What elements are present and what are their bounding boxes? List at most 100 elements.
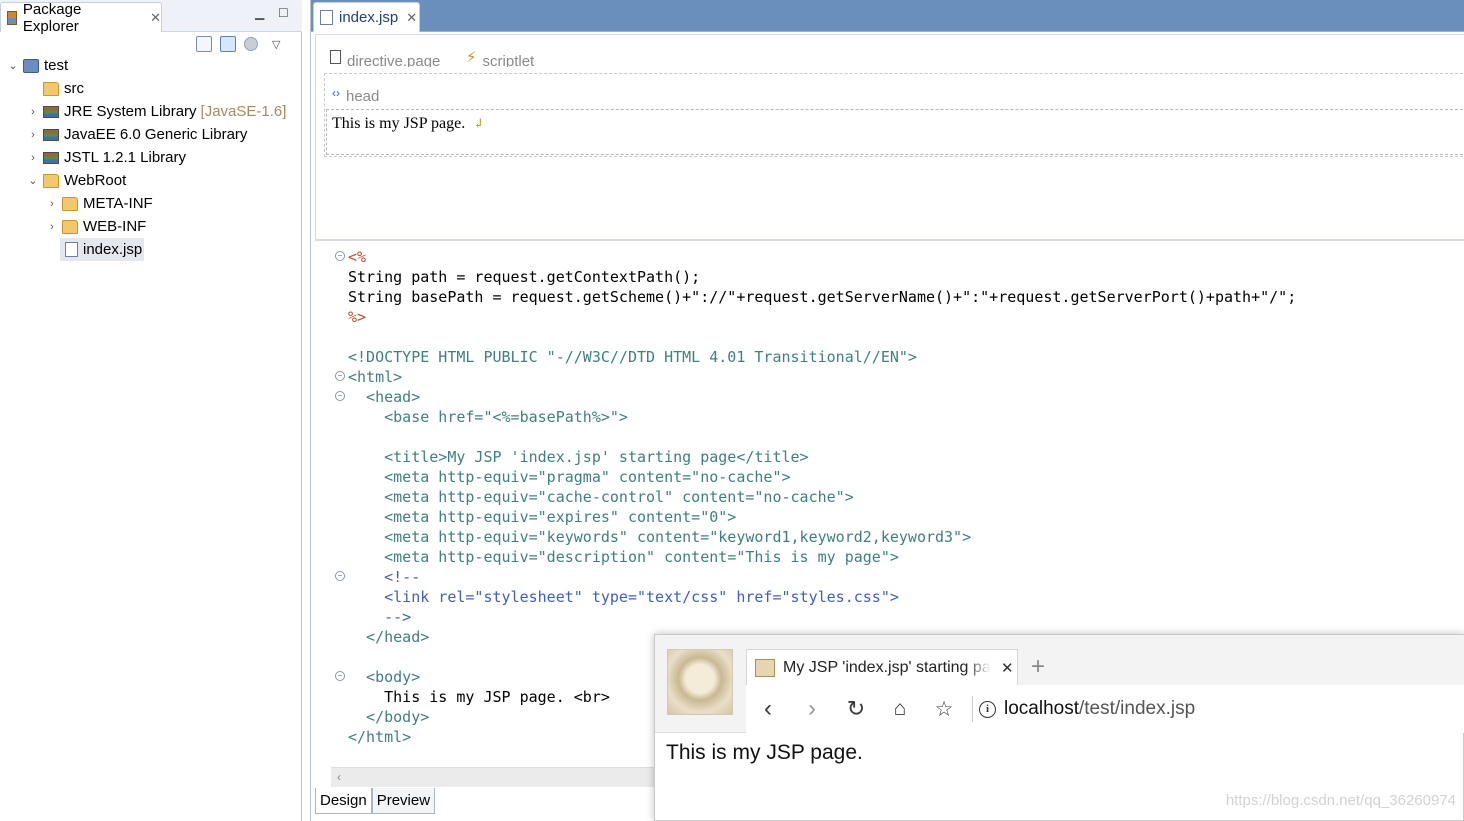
chevron-down-icon[interactable]: ⌄ — [26, 174, 40, 187]
tree-item-webroot[interactable]: ⌄ WebRoot — [26, 169, 126, 192]
project-icon — [23, 58, 39, 73]
page-content-text: This is my JSP page. — [666, 741, 863, 764]
tree-item-label: index.jsp — [83, 241, 143, 258]
scroll-left-icon[interactable]: ‹ — [337, 770, 341, 784]
scriptlet-tag-label: scriptlet — [482, 52, 535, 68]
browser-tab[interactable]: My JSP 'index.jsp' starting page ✕ — [746, 649, 1018, 685]
editor-tabbar: index.jsp ✕ — [311, 0, 1464, 32]
minimize-icon[interactable]: ▁ — [255, 6, 264, 20]
tab-preview[interactable]: Preview — [371, 788, 436, 814]
tag-brackets-icon: ‹› — [332, 86, 340, 100]
back-icon[interactable]: ‹ — [746, 691, 790, 727]
chevron-right-icon[interactable]: › — [26, 152, 40, 164]
tree-item-decoration: [JavaSE-1.6] — [200, 103, 287, 120]
code-line: String path = request.getContextPath(); — [348, 268, 701, 286]
fold-icon[interactable]: − — [335, 251, 345, 261]
code-line: <body> — [348, 668, 421, 686]
design-pane[interactable]: directive.page ⚡ scriptlet ‹› head This … — [315, 34, 1464, 240]
browser-toolbar: ‹ › ↻ ⌂ ☆ i localhost/test/index.jsp — [746, 685, 1464, 733]
tree-item-meta-inf[interactable]: › META-INF — [45, 192, 153, 215]
tree-item-index-jsp[interactable]: index.jsp — [60, 238, 145, 261]
code-line: <meta http-equiv="keywords" content="key… — [348, 528, 972, 546]
view-menu-chevron-down-icon[interactable]: ▽ — [272, 38, 280, 51]
package-explorer-tab[interactable]: Package Explorer ✕ — [0, 0, 162, 35]
code-line: <meta http-equiv="pragma" content="no-ca… — [348, 468, 791, 486]
tree-item-label: test — [44, 57, 69, 74]
design-body-text[interactable]: This is my JSP page. ↲ — [332, 115, 484, 133]
chevron-right-icon[interactable]: › — [45, 198, 59, 210]
favicon-icon — [755, 658, 775, 677]
fold-icon[interactable]: − — [335, 371, 345, 381]
chevron-right-icon[interactable]: › — [26, 129, 40, 141]
directive-tag-label: directive.page — [347, 52, 441, 68]
focus-icon[interactable] — [244, 37, 258, 51]
collapse-all-icon[interactable] — [196, 36, 212, 52]
address-bar[interactable]: i localhost/test/index.jsp — [979, 698, 1195, 720]
code-line: <html> — [348, 368, 403, 386]
head-tag[interactable]: ‹› head — [332, 83, 379, 103]
tree-item-label: WebRoot — [64, 172, 127, 189]
code-line: This is my JSP page. <br> — [348, 688, 610, 706]
fold-icon[interactable]: − — [335, 571, 345, 581]
code-line: <title>My JSP 'index.jsp' starting page<… — [348, 448, 809, 466]
design-body-box — [326, 109, 1464, 155]
close-icon[interactable]: ✕ — [150, 10, 161, 26]
tree-item-label: JSTL 1.2.1 Library — [64, 149, 186, 166]
chevron-down-icon[interactable]: ⌄ — [6, 59, 20, 72]
scriptlet-icon: ⚡ — [466, 49, 477, 66]
favorite-star-icon[interactable]: ☆ — [922, 691, 966, 727]
forward-icon[interactable]: › — [790, 691, 834, 727]
maximize-icon[interactable]: ☐ — [278, 6, 289, 20]
new-tab-icon[interactable]: + — [1031, 653, 1045, 681]
code-line: <head> — [348, 388, 421, 406]
fold-gutter: − − − − − — [315, 241, 345, 769]
tree-item-test[interactable]: ⌄ test — [6, 54, 68, 77]
tree-item-label: META-INF — [83, 195, 153, 212]
package-explorer-icon — [7, 10, 17, 25]
chevron-right-icon[interactable]: › — [45, 221, 59, 233]
code-line: %> — [348, 308, 367, 326]
tree-item-javaee-library[interactable]: › JavaEE 6.0 Generic Library — [26, 123, 247, 146]
watermark: https://blog.csdn.net/qq_36260974 — [1225, 792, 1456, 809]
library-icon — [43, 105, 59, 118]
browser-tab-title: My JSP 'index.jsp' starting page — [783, 658, 991, 676]
br-icon: ↲ — [473, 116, 485, 131]
editor-tab-index-jsp[interactable]: index.jsp ✕ — [313, 2, 420, 32]
code-line: --> — [348, 608, 412, 626]
code-line: </html> — [348, 728, 412, 746]
tree-item-label: JRE System Library — [64, 103, 197, 120]
package-explorer-view: Package Explorer ✕ ▁ ☐ ▽ ⌄ test src › JR… — [0, 0, 302, 821]
tree-item-web-inf[interactable]: › WEB-INF — [45, 215, 146, 238]
fold-icon[interactable]: − — [335, 671, 345, 681]
link-with-editor-icon[interactable] — [220, 36, 236, 52]
folder-icon — [62, 219, 78, 234]
home-icon[interactable]: ⌂ — [878, 691, 922, 727]
folder-icon — [62, 196, 78, 211]
site-info-icon[interactable]: i — [979, 700, 996, 718]
tree-item-label: src — [64, 80, 84, 97]
jsp-file-icon — [320, 10, 333, 25]
tree-item-jstl-library[interactable]: › JSTL 1.2.1 Library — [26, 146, 186, 169]
chevron-right-icon[interactable]: › — [26, 106, 40, 118]
package-explorer-title: Package Explorer — [22, 0, 82, 35]
scriptlet-tag[interactable]: ⚡ scriptlet — [466, 47, 534, 67]
package-explorer-toolbar: ▽ — [196, 34, 280, 54]
code-line: </body> — [348, 708, 430, 726]
source-folder-icon — [43, 81, 59, 96]
directive-page-tag[interactable]: directive.page — [330, 47, 440, 67]
url-path: /test/index.jsp — [1079, 698, 1196, 719]
head-tag-label: head — [346, 87, 380, 104]
tree-item-src[interactable]: src — [26, 77, 84, 100]
fold-icon[interactable]: − — [335, 391, 345, 401]
profile-avatar[interactable] — [667, 649, 733, 715]
code-line: <meta http-equiv="description" content="… — [348, 548, 899, 566]
refresh-icon[interactable]: ↻ — [834, 691, 878, 727]
close-tab-icon[interactable]: ✕ — [1001, 659, 1014, 677]
tab-design[interactable]: Design — [315, 788, 372, 814]
code-line: </head> — [348, 628, 430, 646]
code-line: <link rel="stylesheet" type="text/css" h… — [348, 588, 899, 606]
toolbar-divider — [972, 696, 973, 722]
close-icon[interactable]: ✕ — [406, 10, 417, 26]
horizontal-scrollbar[interactable]: ‹ — [331, 767, 661, 787]
tree-item-jre-system-library[interactable]: › JRE System Library [JavaSE-1.6] — [26, 100, 286, 123]
